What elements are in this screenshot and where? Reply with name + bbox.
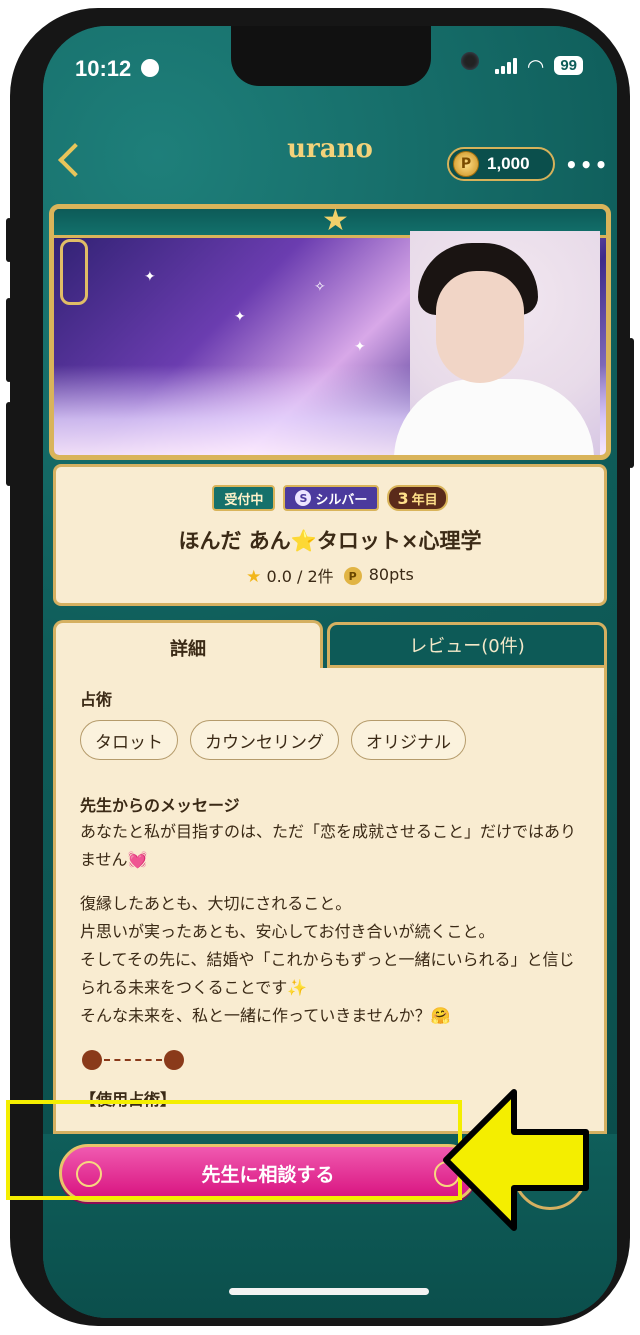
volume-up-key <box>6 298 12 382</box>
frame-ornament-left <box>60 239 88 305</box>
tag-original: オリジナル <box>351 720 466 760</box>
rating-value: 0.0 / 2件 <box>266 567 334 586</box>
price-group: P 80pts <box>343 564 414 586</box>
status-time: 10:12 <box>75 56 132 81</box>
advisor-photo-face <box>436 271 524 383</box>
years-label: 年目 <box>411 492 438 508</box>
tag-counseling: カウンセリング <box>190 720 339 760</box>
advisor-banner-image: ★ ✦ ✦ ✧ ✦ <box>49 204 611 460</box>
detail-tabs: 詳細 レビュー(0件) <box>53 620 607 672</box>
point-coin-icon: P <box>453 151 479 177</box>
rank-label: シルバー <box>315 492 368 508</box>
message-title: 先生からのメッセージ <box>80 796 240 815</box>
more-menu-icon[interactable]: ••• <box>565 153 609 177</box>
tab-details[interactable]: 詳細 <box>53 620 323 672</box>
years-badge: 3 年目 <box>387 485 448 511</box>
tag-tarot: タロット <box>80 720 178 760</box>
camera-icon <box>461 52 479 70</box>
star-ornament-icon: ★ <box>322 204 349 238</box>
years-number: 3 <box>397 488 409 508</box>
badge-row: 受付中 S シルバー 3 年目 <box>56 485 604 511</box>
advisor-name: ほんだ あん⭐タロット×心理学 <box>178 529 482 553</box>
sparkle-icon: ✦ <box>144 269 156 285</box>
screen-record-icon <box>141 59 159 77</box>
points-value: 1,000 <box>487 154 530 173</box>
advisor-profile-card: 受付中 S シルバー 3 年目 ほんだ あん⭐タロット×心理学 ★ 0.0 / … <box>53 464 607 606</box>
dynamic-island <box>231 26 479 86</box>
price-value: 80pts <box>368 564 414 584</box>
status-badge: 受付中 <box>212 485 276 511</box>
details-panel: 占術 タロット カウンセリング オリジナル 先生からのメッセージ あなたと私が目… <box>53 668 607 1134</box>
sparkle-icon: ✧ <box>314 279 326 295</box>
highlight-box <box>6 1100 462 1200</box>
star-icon: ★ <box>246 567 262 587</box>
rating-group: ★ 0.0 / 2件 <box>246 563 334 587</box>
message-paragraph-1: あなたと私が目指すのは、ただ「恋を成就させること」だけではありません💓 <box>80 822 577 869</box>
sparkle-icon: ✦ <box>354 339 366 355</box>
volume-down-key <box>6 402 12 486</box>
rank-s-icon: S <box>295 490 312 506</box>
decorative-divider <box>82 1050 184 1070</box>
rank-badge: S シルバー <box>283 485 380 511</box>
power-key <box>628 338 634 468</box>
sparkle-icon: ✦ <box>234 309 246 325</box>
divination-title: 占術 <box>80 690 113 709</box>
cellular-signal-icon <box>494 57 517 74</box>
message-paragraph-3: そんな未来を、私と一緒に作っていきませんか？🤗 <box>80 1006 451 1025</box>
divination-tags: タロット カウンセリング オリジナル <box>80 720 466 760</box>
mute-switch <box>6 218 12 262</box>
arrow-pointer-icon <box>443 1089 589 1231</box>
message-paragraph-2: 復縁したあとも、大切にされること。 片思いが実ったあとも、安心してお付き合いが続… <box>80 894 575 997</box>
points-balance[interactable]: P 1,000 <box>447 147 555 181</box>
point-coin-icon: P <box>343 567 362 586</box>
advisor-stats: ★ 0.0 / 2件 P 80pts <box>56 563 604 587</box>
battery-indicator: 99 <box>554 56 583 75</box>
home-indicator[interactable] <box>229 1288 429 1295</box>
status-icons: ◠ 99 <box>494 53 583 78</box>
wifi-icon: ◠ <box>526 53 545 78</box>
tab-reviews[interactable]: レビュー(0件) <box>327 622 607 668</box>
